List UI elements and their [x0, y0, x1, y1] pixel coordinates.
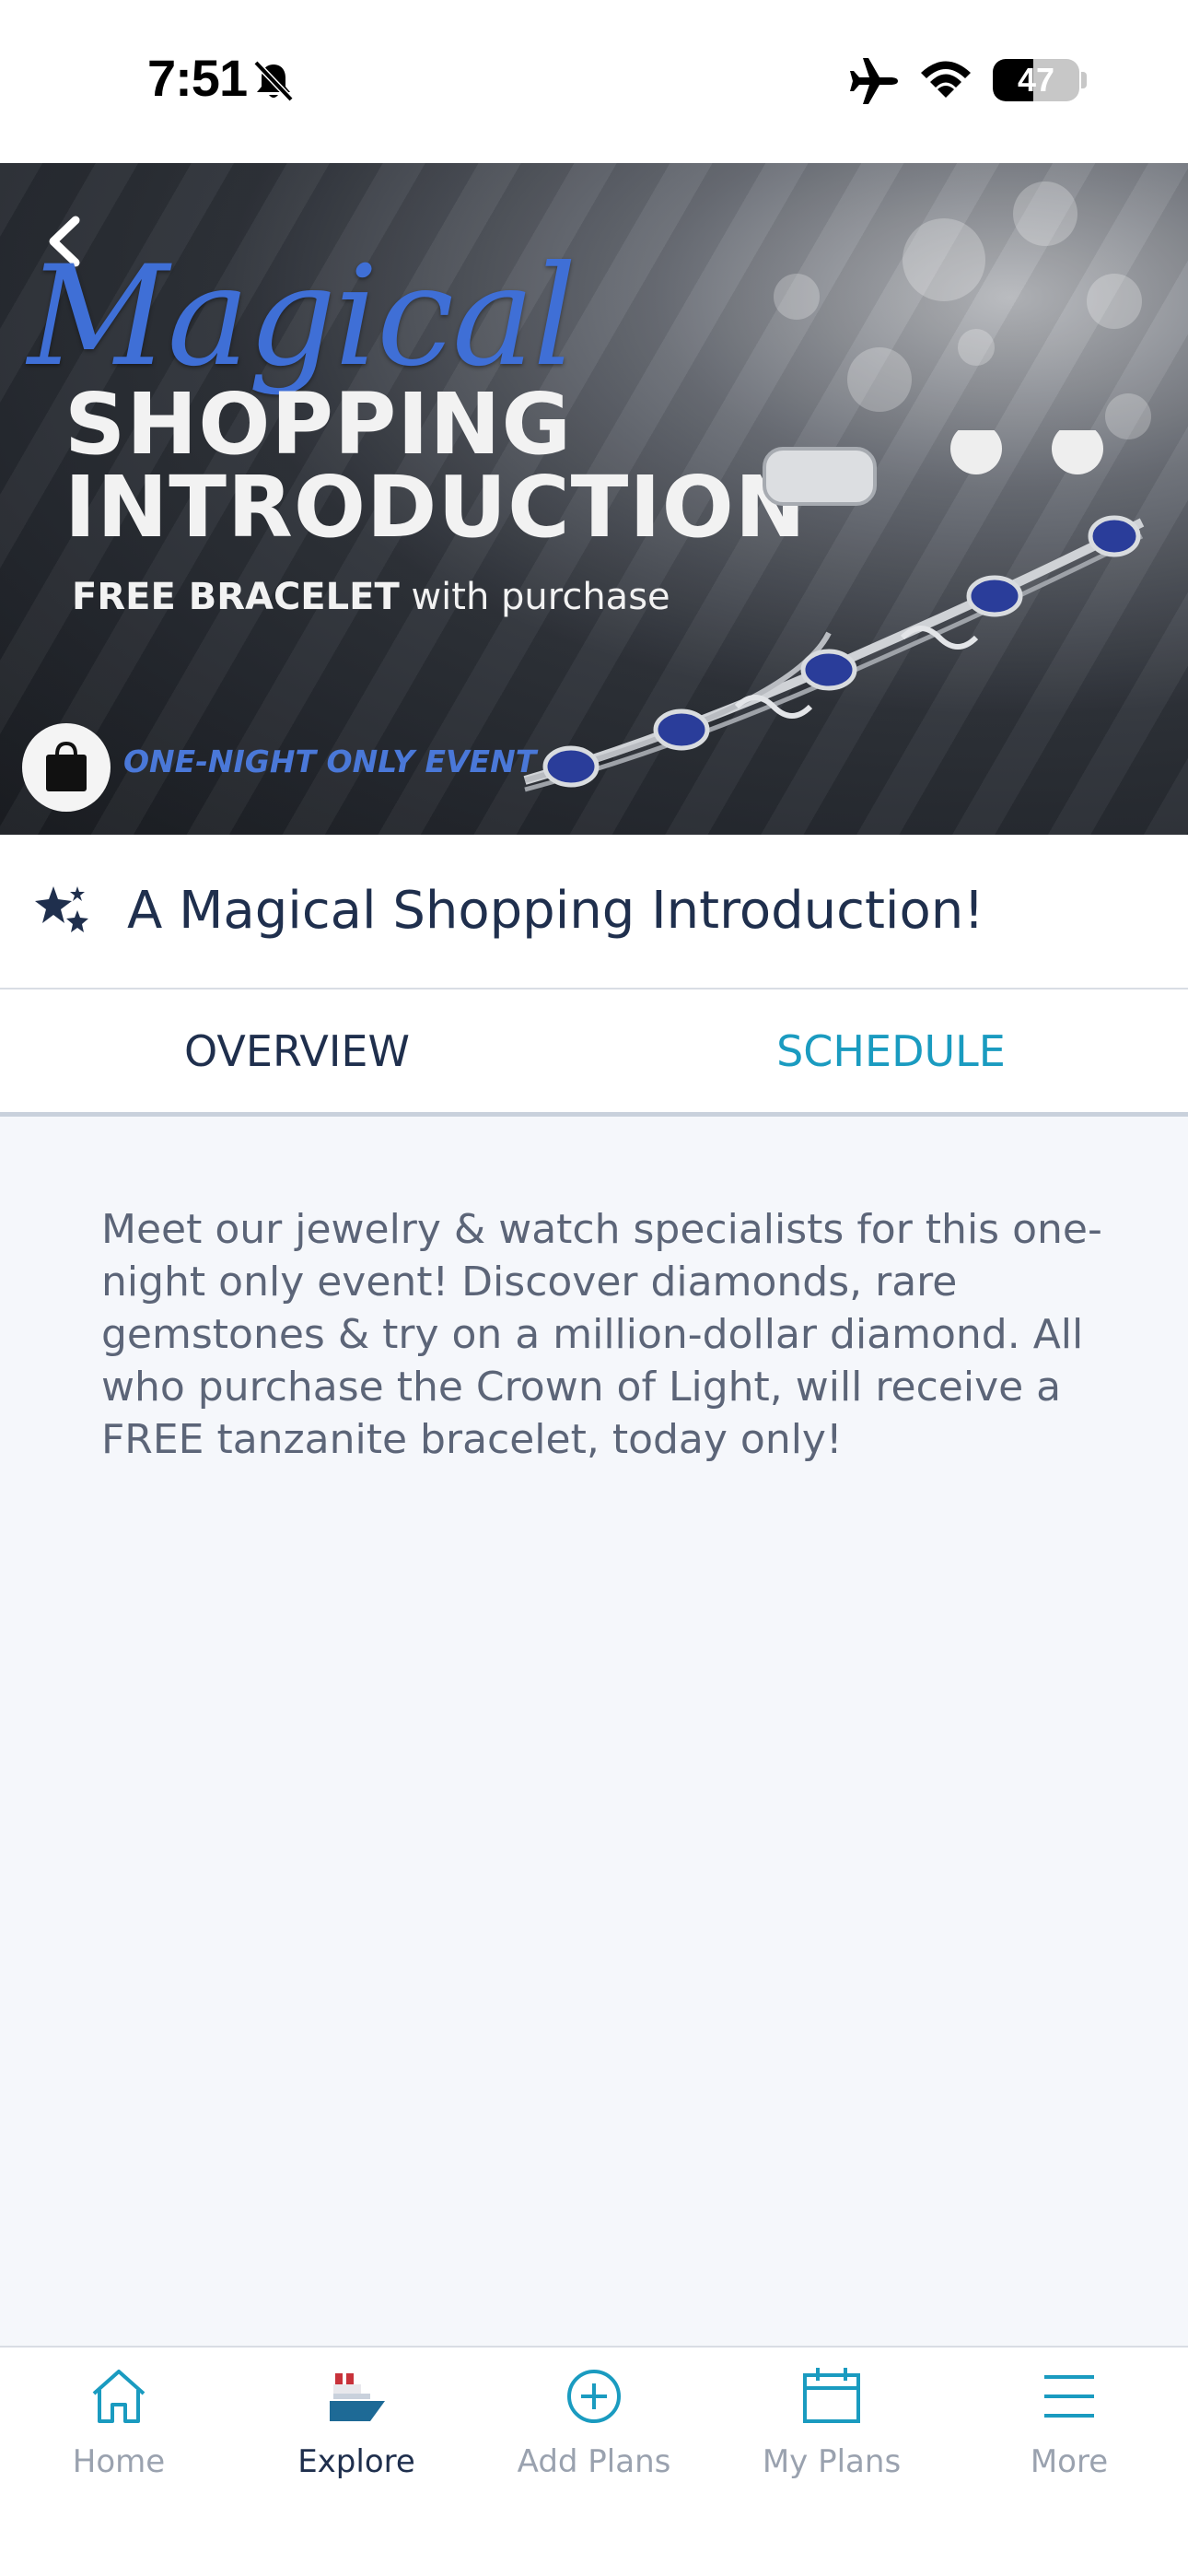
airplane-icon: [850, 58, 898, 104]
nav-add-plans[interactable]: Add Plans: [475, 2348, 713, 2495]
plus-circle-icon: [567, 2370, 621, 2423]
bracelet-image: [523, 430, 1145, 792]
status-bar: 7:51 47: [0, 0, 1188, 163]
bokeh-light: [958, 329, 995, 366]
battery-cap: [1081, 72, 1087, 88]
hero-script-title: Magical: [28, 237, 577, 397]
hero-subtitle-bold: FREE BRACELET: [72, 576, 400, 618]
nav-more-label: More: [1030, 2443, 1109, 2480]
bokeh-light: [1087, 274, 1142, 329]
bokeh-light: [1013, 181, 1077, 246]
wifi-icon: [921, 61, 971, 98]
hero-event-label: ONE-NIGHT ONLY EVENT: [123, 744, 537, 779]
nav-more[interactable]: More: [950, 2348, 1188, 2495]
event-title-row: A Magical Shopping Introduction!: [0, 835, 1188, 989]
hero-banner: Magical SHOPPING INTRODUCTION FREE BRACE…: [0, 163, 1188, 835]
nav-my-plans-label: My Plans: [762, 2443, 902, 2480]
nav-explore[interactable]: Explore: [238, 2348, 475, 2495]
sparkles-icon: [35, 886, 88, 932]
bell-off-icon: [253, 60, 294, 102]
ship-icon: [330, 2373, 385, 2421]
nav-my-plans[interactable]: My Plans: [713, 2348, 950, 2495]
bokeh-light: [774, 274, 820, 320]
nav-add-plans-label: Add Plans: [517, 2443, 671, 2480]
shopping-bag-icon: [46, 741, 87, 791]
tab-schedule[interactable]: SCHEDULE: [594, 1026, 1188, 1076]
home-icon: [92, 2370, 146, 2423]
menu-icon: [1044, 2375, 1094, 2418]
battery-indicator: 47: [993, 59, 1079, 101]
bokeh-light: [847, 347, 912, 412]
nav-home[interactable]: Home: [0, 2348, 238, 2495]
shopping-bag-badge: [22, 723, 111, 812]
battery-percent: 47: [1017, 61, 1055, 99]
tab-bar: OVERVIEW SCHEDULE: [0, 989, 1188, 1117]
status-time: 7:51: [147, 49, 248, 107]
calendar-icon: [803, 2368, 860, 2423]
bokeh-light: [903, 218, 985, 301]
nav-explore-label: Explore: [297, 2443, 415, 2480]
event-description: Meet our jewelry & watch specialists for…: [101, 1206, 1102, 1463]
nav-home-label: Home: [72, 2443, 166, 2480]
event-title: A Magical Shopping Introduction!: [127, 881, 984, 941]
tab-overview[interactable]: OVERVIEW: [0, 1026, 594, 1076]
bottom-nav: Home Explore Add Plans My Plans More: [0, 2346, 1188, 2576]
